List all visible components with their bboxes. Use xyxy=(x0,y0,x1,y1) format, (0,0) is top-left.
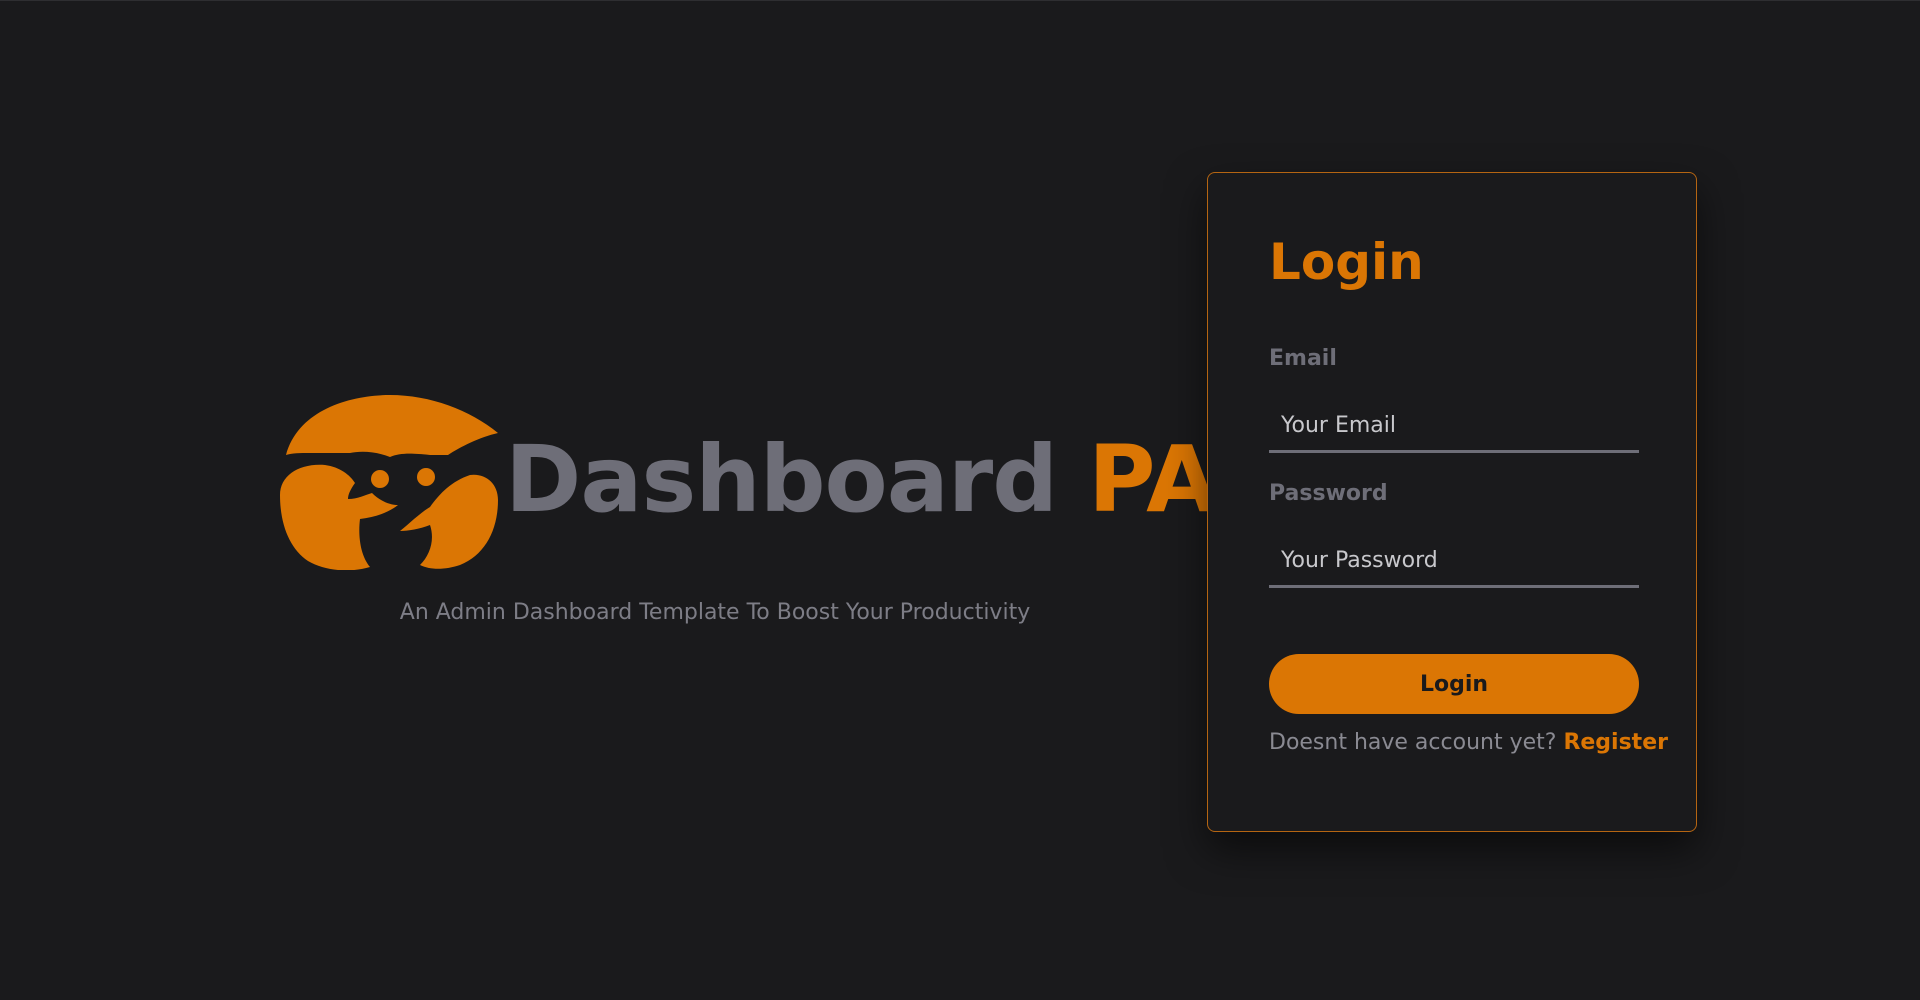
email-input[interactable] xyxy=(1269,401,1639,453)
brand-name-part1: Dashboard xyxy=(505,426,1058,533)
brand-tagline: An Admin Dashboard Template To Boost You… xyxy=(399,600,1031,625)
brand-section: Dashboard PAL An Admin Dashboard Templat… xyxy=(280,395,1275,645)
smiling-face-logo-icon xyxy=(280,395,498,570)
top-divider xyxy=(0,0,1920,1)
password-label: Password xyxy=(1269,481,1388,506)
email-label: Email xyxy=(1269,346,1337,371)
register-link[interactable]: Register xyxy=(1563,730,1668,755)
password-input[interactable] xyxy=(1269,536,1639,588)
login-button[interactable]: Login xyxy=(1269,654,1639,714)
brand-name: Dashboard PAL xyxy=(505,425,1275,535)
register-prompt: Doesnt have account yet? xyxy=(1269,730,1557,755)
brand-logo: Dashboard PAL xyxy=(280,395,1275,570)
register-row: Doesnt have account yet? Register xyxy=(1269,730,1668,755)
login-card: Login Email Password Login Doesnt have a… xyxy=(1207,172,1697,832)
login-title: Login xyxy=(1269,233,1424,291)
